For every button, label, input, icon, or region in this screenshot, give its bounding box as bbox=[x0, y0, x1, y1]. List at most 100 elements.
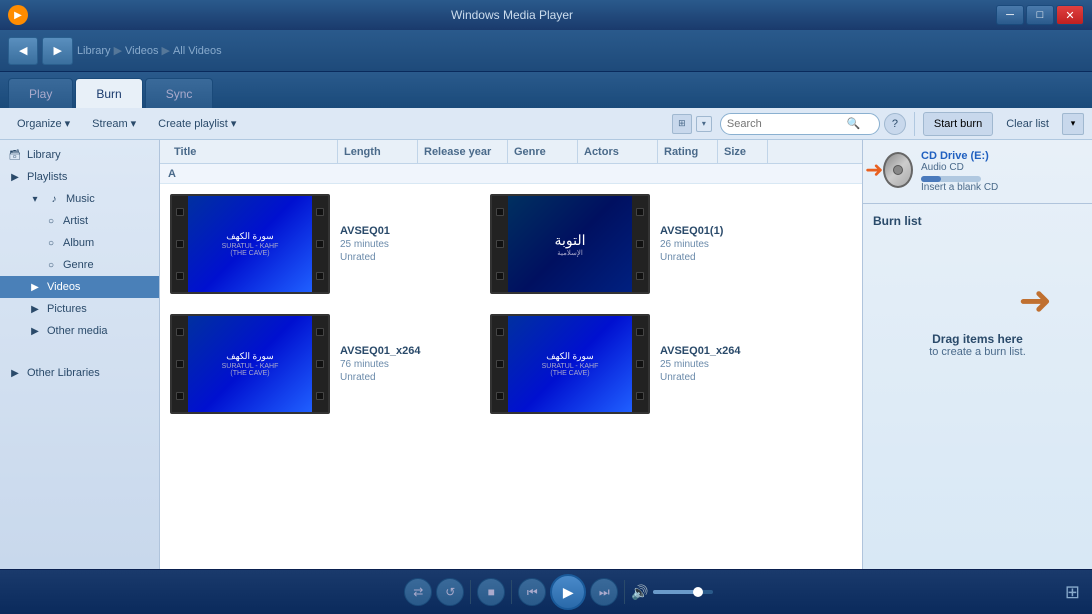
video-duration: 26 minutes bbox=[660, 239, 723, 250]
video-thumbnail: سورة الكهف SURATUL - KAHF(THE CAVE) bbox=[490, 314, 650, 414]
list-item[interactable]: سورة الكهف SURATUL - KAHF(THE CAVE) AVSE… bbox=[490, 314, 790, 414]
repeat-button[interactable]: ↺ bbox=[436, 578, 464, 606]
breadcrumb-videos[interactable]: Videos bbox=[125, 45, 158, 57]
player-controls: ⇄ ↺ ■ ⏮ ▶ ⏭ 🔊 bbox=[52, 574, 1065, 610]
video-title: AVSEQ01 bbox=[340, 225, 390, 237]
sidebar-item-other-media[interactable]: ▶ Other media bbox=[0, 320, 159, 342]
film-strip-right bbox=[312, 196, 328, 292]
help-button[interactable]: ? bbox=[884, 113, 906, 135]
title-bar: ▶ Windows Media Player ─ □ ✕ bbox=[0, 0, 1092, 30]
list-item[interactable]: سورة الكهف SURATUL - KAHF(THE CAVE) AVSE… bbox=[170, 314, 470, 414]
prev-button[interactable]: ⏮ bbox=[518, 578, 546, 606]
thumb-bg: سورة الكهف SURATUL - KAHF(THE CAVE) bbox=[188, 316, 312, 412]
view-toggle-button[interactable]: ⊞ bbox=[1065, 582, 1080, 603]
create-playlist-button[interactable]: Create playlist ▾ bbox=[149, 112, 245, 136]
sidebar-item-playlists[interactable]: ▶ Playlists bbox=[0, 166, 159, 188]
col-length[interactable]: Length bbox=[338, 140, 418, 163]
col-title[interactable]: Title bbox=[168, 140, 338, 163]
drive-details: CD Drive (E:) Audio CD Insert a blank CD bbox=[921, 150, 1082, 193]
film-strip-left bbox=[492, 196, 508, 292]
drag-arrow-icon: ➜ bbox=[1018, 278, 1052, 324]
thumb-content: التوبة الإسلامية bbox=[508, 196, 632, 292]
burn-list-title: Burn list bbox=[873, 214, 922, 228]
play-button[interactable]: ▶ bbox=[550, 574, 586, 610]
col-rating[interactable]: Rating bbox=[658, 140, 718, 163]
restore-button[interactable]: □ bbox=[1026, 5, 1054, 25]
sidebar-item-other-libraries[interactable]: ▶ Other Libraries bbox=[0, 362, 159, 384]
video-info: AVSEQ01_x264 25 minutes Unrated bbox=[660, 314, 741, 414]
volume-fill bbox=[653, 590, 695, 594]
tab-burn[interactable]: Burn bbox=[75, 78, 142, 108]
sidebar-item-videos[interactable]: ▶ Videos bbox=[0, 276, 159, 298]
album-icon: ○ bbox=[44, 238, 58, 249]
video-duration: 25 minutes bbox=[340, 239, 390, 250]
control-divider-3 bbox=[624, 580, 625, 604]
view-toggle-icon[interactable]: ⊞ bbox=[672, 114, 692, 134]
list-item[interactable]: سورة الكهف SURATUL - KAHF(THE CAVE) AVSE… bbox=[170, 194, 470, 294]
thumb-bg: سورة الكهف SURATUL - KAHF(THE CAVE) bbox=[508, 316, 632, 412]
video-thumbnail: سورة الكهف SURATUL - KAHF(THE CAVE) bbox=[170, 314, 330, 414]
pictures-icon: ▶ bbox=[28, 304, 42, 315]
shuffle-button[interactable]: ⇄ bbox=[404, 578, 432, 606]
stop-button[interactable]: ■ bbox=[477, 578, 505, 606]
back-button[interactable]: ◀ bbox=[8, 37, 38, 65]
video-duration: 76 minutes bbox=[340, 359, 421, 370]
sidebar-item-library[interactable]: 🗃 Library bbox=[0, 144, 159, 166]
drive-name: CD Drive (E:) bbox=[921, 150, 1082, 162]
column-headers: Title Length Release year Genre Actors R… bbox=[160, 140, 862, 164]
drag-hint: Drag items here bbox=[932, 332, 1023, 346]
sidebar-item-genre[interactable]: ○ Genre bbox=[0, 254, 159, 276]
thumb-bg: سورة الكهف SURATUL - KAHF(THE CAVE) bbox=[188, 196, 312, 292]
breadcrumb: Library ▶ Videos ▶ All Videos bbox=[77, 44, 222, 57]
sidebar-item-artist[interactable]: ○ Artist bbox=[0, 210, 159, 232]
video-thumbnail: التوبة الإسلامية bbox=[490, 194, 650, 294]
col-release-year[interactable]: Release year bbox=[418, 140, 508, 163]
breadcrumb-all-videos[interactable]: All Videos bbox=[173, 45, 222, 57]
sidebar-spacer bbox=[0, 342, 159, 362]
sidebar-item-pictures[interactable]: ▶ Pictures bbox=[0, 298, 159, 320]
library-icon: 🗃 bbox=[8, 150, 22, 161]
drag-zone: ➜ Drag items here to create a burn list. bbox=[873, 278, 1082, 358]
more-options-icon[interactable]: ▾ bbox=[1062, 113, 1084, 135]
volume-thumb[interactable] bbox=[693, 587, 703, 597]
search-input[interactable] bbox=[727, 118, 847, 130]
col-size[interactable]: Size bbox=[718, 140, 768, 163]
list-item[interactable]: التوبة الإسلامية AVSEQ01(1) 26 minutes U… bbox=[490, 194, 790, 294]
tab-play[interactable]: Play bbox=[8, 78, 73, 108]
minimize-button[interactable]: ─ bbox=[996, 5, 1024, 25]
create-playlist-dropdown-icon: ▾ bbox=[231, 117, 237, 130]
clear-list-button[interactable]: Clear list bbox=[997, 112, 1058, 136]
nav-bar: ◀ ▶ Library ▶ Videos ▶ All Videos bbox=[0, 30, 1092, 72]
search-icon[interactable]: 🔍 bbox=[847, 117, 861, 130]
volume-track[interactable] bbox=[653, 590, 713, 594]
close-button[interactable]: ✕ bbox=[1056, 5, 1084, 25]
cd-disc bbox=[883, 152, 913, 188]
content-area: Title Length Release year Genre Actors R… bbox=[160, 140, 862, 569]
thumb-content: سورة الكهف SURATUL - KAHF(THE CAVE) bbox=[188, 196, 312, 292]
tab-sync[interactable]: Sync bbox=[145, 78, 214, 108]
titlebar-left: ▶ bbox=[8, 5, 28, 25]
sidebar-item-album[interactable]: ○ Album bbox=[0, 232, 159, 254]
videos-icon: ▶ bbox=[28, 282, 42, 293]
app-icon: ▶ bbox=[8, 5, 28, 25]
burn-panel: ➜ CD Drive (E:) Audio CD Insert a blank … bbox=[862, 140, 1092, 569]
breadcrumb-library[interactable]: Library bbox=[77, 45, 111, 57]
video-title: AVSEQ01_x264 bbox=[340, 345, 421, 357]
col-genre[interactable]: Genre bbox=[508, 140, 578, 163]
stream-dropdown-icon: ▾ bbox=[131, 117, 137, 130]
tabs-bar: Play Burn Sync bbox=[0, 72, 1092, 108]
cd-arrow-icon: ➜ bbox=[865, 157, 883, 183]
thumb-bg: التوبة الإسلامية bbox=[508, 196, 632, 292]
organize-button[interactable]: Organize ▾ bbox=[8, 112, 79, 136]
sidebar-item-music[interactable]: ▾ ♪ Music bbox=[0, 188, 159, 210]
view-dropdown-icon[interactable]: ▾ bbox=[696, 116, 712, 132]
start-burn-button[interactable]: Start burn bbox=[923, 112, 993, 136]
col-actors[interactable]: Actors bbox=[578, 140, 658, 163]
alpha-section-a: A bbox=[160, 164, 862, 184]
control-divider-2 bbox=[511, 580, 512, 604]
artist-icon: ○ bbox=[44, 216, 58, 227]
stream-button[interactable]: Stream ▾ bbox=[83, 112, 145, 136]
organize-dropdown-icon: ▾ bbox=[65, 117, 71, 130]
next-button[interactable]: ⏭ bbox=[590, 578, 618, 606]
forward-button[interactable]: ▶ bbox=[42, 37, 72, 65]
